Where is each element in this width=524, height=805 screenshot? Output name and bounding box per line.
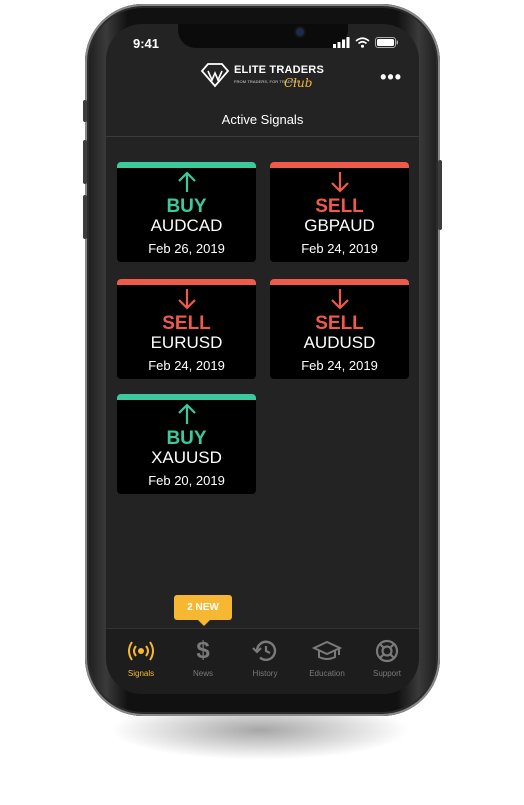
power-button <box>438 160 442 230</box>
broadcast-icon <box>110 639 172 663</box>
volume-up-button <box>83 140 87 184</box>
status-icons <box>333 37 399 48</box>
signal-date: Feb 24, 2019 <box>301 241 378 256</box>
signal-pair: AUDCAD <box>150 216 223 235</box>
tab-news[interactable]: $ News <box>172 637 234 678</box>
signal-card[interactable]: BUY XAUUSD Feb 20, 2019 <box>117 394 256 494</box>
signal-direction: SELL <box>315 313 364 334</box>
side-button <box>83 100 87 122</box>
diamond-logo-icon <box>200 63 230 88</box>
signal-pair: GBPAUD <box>304 216 375 235</box>
signal-date: Feb 20, 2019 <box>148 473 225 488</box>
tab-label: News <box>192 669 213 678</box>
signal-date: Feb 24, 2019 <box>301 358 378 373</box>
brand-name: ELITE TRADERS <box>234 64 324 76</box>
history-icon <box>234 639 296 663</box>
tab-signals[interactable]: Signals <box>110 639 172 678</box>
volume-down-button <box>83 195 87 239</box>
sell-bar <box>270 279 409 285</box>
arrow-up-icon <box>117 403 256 430</box>
arrow-down-icon <box>270 171 409 198</box>
brand-logo: ELITE TRADERS FROM TRADERS, FOR TRADERS … <box>200 62 330 96</box>
signal-direction: BUY <box>166 196 207 217</box>
arrow-down-icon <box>117 288 256 315</box>
buy-bar <box>117 394 256 400</box>
signal-bars-icon <box>333 37 350 48</box>
tab-label: Support <box>372 669 402 678</box>
signal-card[interactable]: BUY AUDCAD Feb 26, 2019 <box>117 162 256 262</box>
sell-bar <box>117 279 256 285</box>
tab-label: Signals <box>127 669 155 678</box>
signal-pair: EURUSD <box>150 333 223 352</box>
tab-support[interactable]: Support <box>356 639 418 678</box>
news-badge[interactable]: 2 NEW <box>174 595 232 626</box>
dollar-icon: $ <box>196 637 210 664</box>
signal-card[interactable]: SELL GBPAUD Feb 24, 2019 <box>270 162 409 262</box>
signal-direction: SELL <box>315 196 364 217</box>
app-header: ELITE TRADERS FROM TRADERS, FOR TRADERS … <box>106 62 419 102</box>
signal-pair: AUDUSD <box>303 333 376 352</box>
arrow-down-icon <box>270 288 409 315</box>
brand-club: Club <box>284 76 313 90</box>
arrow-up-icon <box>117 171 256 198</box>
tab-history[interactable]: History <box>234 639 296 678</box>
app-screen: 9:41 ELITE TRADERS FROM TRADERS, FOR TRA… <box>106 24 419 694</box>
wifi-icon <box>355 37 370 48</box>
battery-icon <box>375 37 398 48</box>
page-title: Active Signals <box>221 112 304 127</box>
more-menu-button[interactable]: ••• <box>380 67 402 88</box>
signal-card[interactable]: SELL AUDUSD Feb 24, 2019 <box>270 279 409 379</box>
signal-pair: XAUUSD <box>151 448 222 467</box>
lifebuoy-icon <box>356 639 418 663</box>
signal-direction: BUY <box>166 428 207 449</box>
sell-bar <box>270 162 409 168</box>
status-time: 9:41 <box>133 36 160 51</box>
graduation-cap-icon <box>296 639 358 663</box>
tab-education[interactable]: Education <box>296 639 358 678</box>
status-bar: 9:41 <box>106 24 419 62</box>
signal-card[interactable]: SELL EURUSD Feb 24, 2019 <box>117 279 256 379</box>
header-divider <box>106 136 419 137</box>
tab-bar: Signals $ News History Education Support <box>106 628 419 694</box>
signal-date: Feb 24, 2019 <box>148 358 225 373</box>
buy-bar <box>117 162 256 168</box>
tab-label: History <box>252 669 278 678</box>
signal-date: Feb 26, 2019 <box>148 241 225 256</box>
signal-direction: SELL <box>162 313 211 334</box>
tab-label: Education <box>309 669 345 678</box>
